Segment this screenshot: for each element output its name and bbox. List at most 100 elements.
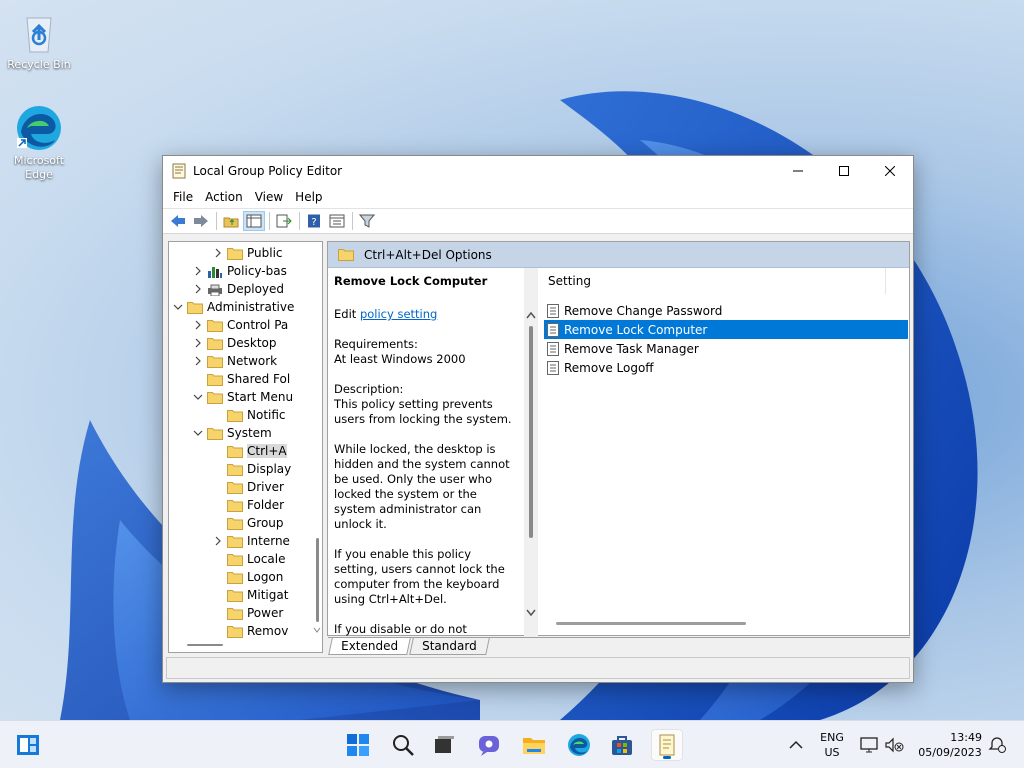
description-block: Description: This policy setting prevents… (334, 382, 518, 427)
tree-item[interactable]: System (191, 424, 272, 442)
display-tray-button[interactable] (858, 729, 880, 761)
chevron-down-icon[interactable] (191, 426, 205, 440)
tree-item[interactable]: Network (191, 352, 277, 370)
search-button[interactable] (387, 729, 419, 761)
title-bar[interactable]: Local Group Policy Editor (163, 156, 913, 186)
chat-button[interactable] (473, 729, 505, 761)
network-sound-tray-button[interactable] (882, 729, 908, 761)
folder-icon (227, 553, 243, 566)
tab-standard[interactable]: Standard (409, 638, 490, 655)
tree-item[interactable]: Control Pa (191, 316, 288, 334)
up-one-level-button[interactable] (220, 211, 242, 231)
tree-item[interactable]: Mitigat (211, 586, 288, 604)
tree-item-label: Driver (247, 480, 284, 494)
folder-icon (207, 373, 223, 386)
group-policy-editor-taskbar-button[interactable] (651, 729, 683, 761)
tree-item[interactable]: Shared Fol (191, 370, 290, 388)
tree-item[interactable]: Driver (211, 478, 284, 496)
tree-item[interactable]: Desktop (191, 334, 277, 352)
widgets-button[interactable] (12, 729, 44, 761)
list-horizontal-scrollbar[interactable] (556, 622, 746, 625)
navigation-tree[interactable]: Public Policy-bas Deployed Administrative Co… (168, 241, 323, 653)
close-button[interactable] (867, 156, 913, 186)
minimize-button[interactable] (775, 156, 821, 186)
file-explorer-button[interactable] (518, 729, 550, 761)
tree-item[interactable]: Public (211, 244, 283, 262)
chevron-right-icon[interactable] (211, 246, 225, 260)
chevron-right-icon[interactable] (191, 282, 205, 296)
tree-item-label: System (227, 426, 272, 440)
tree-item[interactable]: Display (211, 460, 291, 478)
chevron-right-icon[interactable] (191, 264, 205, 278)
start-button[interactable] (342, 729, 374, 761)
description-scrollbar[interactable] (524, 268, 538, 636)
tree-item-label: Start Menu (227, 390, 294, 404)
maximize-button[interactable] (821, 156, 867, 186)
tree-item-label: Administrative (207, 300, 295, 314)
policy-description: Remove Lock Computer Edit policy setting… (328, 268, 524, 636)
tree-item[interactable]: Interne (211, 532, 290, 550)
setting-row[interactable]: Remove Task Manager (544, 339, 908, 358)
printer-icon (208, 284, 222, 296)
tree-item[interactable]: Administrative (171, 298, 294, 316)
setting-row[interactable]: Remove Logoff (544, 358, 908, 377)
edge-shortcut[interactable]: Microsoft Edge (1, 104, 77, 182)
tree-item[interactable]: Notific (211, 406, 286, 424)
tree-item[interactable]: Power (211, 604, 283, 622)
show-hidden-icons-button[interactable] (782, 729, 810, 761)
menu-file[interactable]: File (167, 190, 199, 204)
tree-item[interactable]: Folder (211, 496, 284, 514)
chevron-right-icon[interactable] (191, 354, 205, 368)
category-title: Ctrl+Alt+Del Options (364, 247, 492, 262)
task-view-button[interactable] (428, 729, 460, 761)
tree-item[interactable]: Locale (211, 550, 285, 568)
filter-button[interactable] (356, 211, 378, 231)
tree-item[interactable]: Start Menu (191, 388, 293, 406)
help-button[interactable]: ? (303, 211, 325, 231)
tree-item[interactable]: Logon (211, 568, 283, 586)
setting-label: Remove Task Manager (564, 341, 699, 356)
column-header-setting[interactable]: Setting (540, 268, 886, 294)
edge-taskbar-button[interactable] (563, 729, 595, 761)
toolbar: ? (163, 208, 913, 234)
menu-help[interactable]: Help (289, 190, 328, 204)
menu-view[interactable]: View (249, 190, 289, 204)
properties-button[interactable] (326, 211, 348, 231)
tree-item[interactable]: Policy-bas (191, 262, 287, 280)
tab-extended[interactable]: Extended (328, 638, 411, 655)
chevron-right-icon[interactable] (191, 318, 205, 332)
tree-item[interactable]: Ctrl+A (211, 442, 287, 460)
setting-row[interactable]: Remove Lock Computer (544, 320, 908, 339)
edit-policy-setting-link[interactable]: policy setting (360, 307, 437, 321)
tree-item[interactable]: Deployed (191, 280, 284, 298)
language-indicator[interactable]: ENG US (812, 730, 852, 760)
clock[interactable]: 13:49 05/09/2023 (912, 730, 988, 760)
help-icon: ? (308, 214, 320, 228)
forward-button[interactable] (190, 211, 212, 231)
clock-time: 13:49 (950, 731, 982, 744)
chevron-right-icon[interactable] (211, 534, 225, 548)
store-button[interactable] (606, 729, 638, 761)
notifications-button[interactable] (986, 729, 1008, 761)
folder-icon (207, 319, 223, 332)
edge-label: Microsoft Edge (13, 154, 65, 181)
tree-item-label: Public (247, 246, 283, 260)
folder-icon (227, 625, 243, 638)
chat-icon (479, 736, 499, 756)
tree-horizontal-scrollbar[interactable] (169, 638, 312, 652)
tree-vertical-scrollbar[interactable] (312, 242, 322, 638)
chevron-down-icon[interactable] (191, 390, 205, 404)
setting-row[interactable]: Remove Change Password (544, 301, 908, 320)
chevron-down-icon[interactable] (171, 300, 185, 314)
export-list-button[interactable] (273, 211, 295, 231)
menu-action[interactable]: Action (199, 190, 249, 204)
minimize-icon (793, 170, 803, 172)
chevron-right-icon[interactable] (191, 336, 205, 350)
tab-standard-label: Standard (422, 639, 477, 653)
tree-item[interactable]: Group (211, 514, 284, 532)
show-hide-tree-button[interactable] (243, 211, 265, 231)
tab-extended-label: Extended (341, 639, 399, 653)
folder-icon (227, 481, 243, 494)
back-button[interactable] (167, 211, 189, 231)
recycle-bin[interactable]: Recycle Bin (1, 8, 77, 72)
